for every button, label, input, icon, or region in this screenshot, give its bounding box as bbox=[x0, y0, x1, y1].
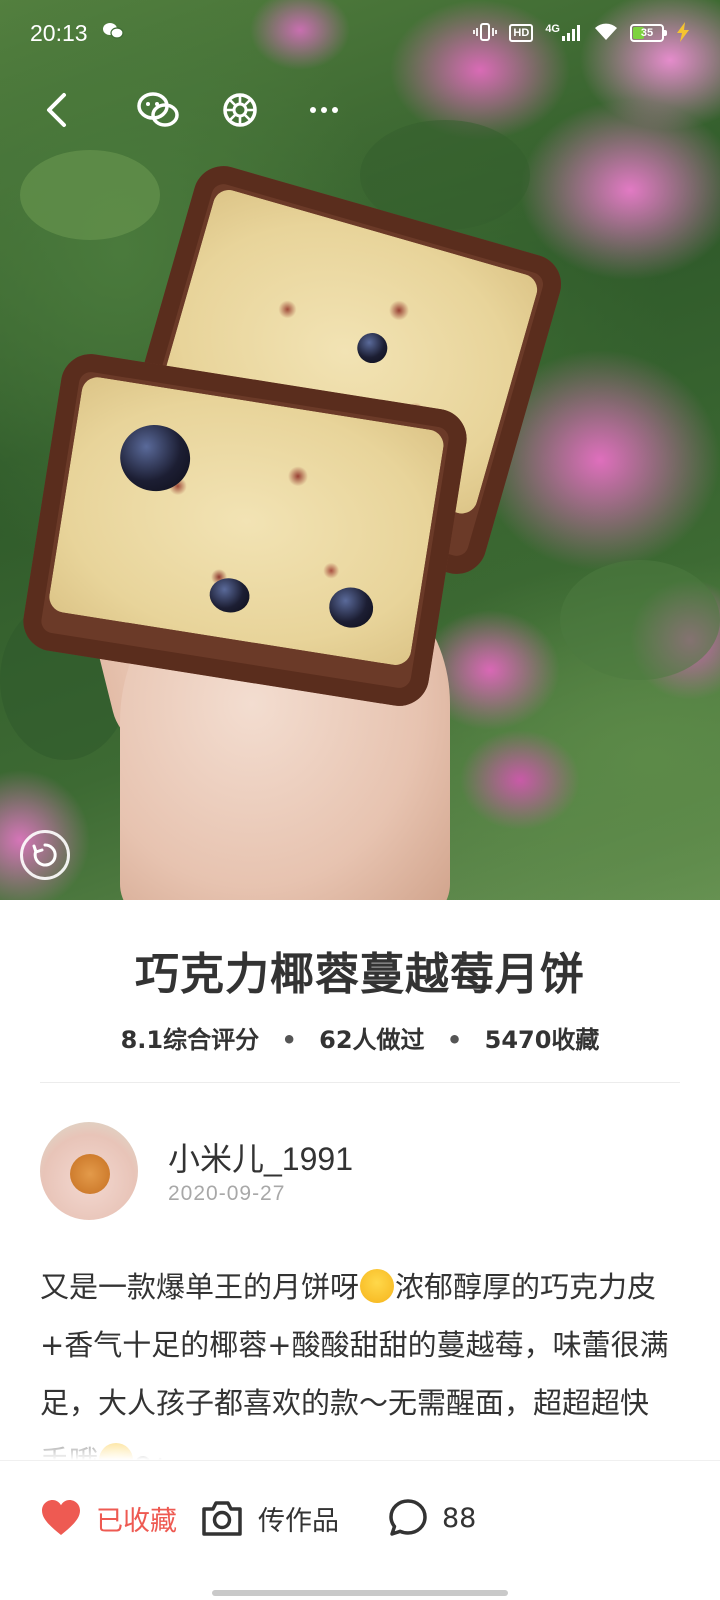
vibrate-icon bbox=[473, 22, 498, 44]
rating-score: 8.1综合评分 bbox=[120, 1026, 260, 1054]
recipe-stats: 8.1综合评分 • 62人做过 • 5470收藏 bbox=[0, 1020, 720, 1055]
photo-foliage bbox=[20, 150, 160, 240]
author-name[interactable]: 小米儿_1991 bbox=[168, 1134, 353, 1180]
comment-icon bbox=[389, 1499, 427, 1536]
favorite-label: 已收藏 bbox=[96, 1505, 177, 1537]
photo-mooncake-piece bbox=[19, 349, 471, 711]
comment-button[interactable]: 88 bbox=[388, 1493, 476, 1543]
comment-count: 88 bbox=[442, 1502, 477, 1534]
upload-work-button[interactable]: 传作品 bbox=[200, 1493, 339, 1543]
made-count[interactable]: 62人做过 bbox=[319, 1026, 424, 1054]
stats-separator: • bbox=[281, 1026, 297, 1054]
stats-separator: • bbox=[446, 1026, 463, 1054]
bottom-action-bar: 已收藏 传作品 88 bbox=[0, 1460, 720, 1600]
status-time: 20:13 bbox=[30, 19, 88, 46]
status-bar: 20:13 HD 4G 35 bbox=[0, 0, 720, 66]
author-info[interactable]: 小米儿_1991 2020-09-27 bbox=[40, 1122, 680, 1222]
publish-date: 2020-09-27 bbox=[168, 1182, 286, 1205]
upload-label: 传作品 bbox=[258, 1505, 339, 1537]
smile-emoji-icon bbox=[360, 1269, 395, 1303]
wechat-icon bbox=[137, 92, 179, 127]
heart-icon bbox=[42, 1500, 80, 1535]
recipe-title: 巧克力椰蓉蔓越莓月饼 bbox=[135, 949, 585, 1000]
share-wechat-button[interactable] bbox=[128, 80, 188, 140]
charging-icon bbox=[676, 21, 690, 45]
more-icon bbox=[310, 107, 338, 113]
battery-icon: 35 bbox=[630, 24, 667, 42]
wifi-icon bbox=[594, 23, 618, 44]
share-moments-button[interactable] bbox=[210, 80, 270, 140]
favorite-button[interactable]: 已收藏 bbox=[40, 1493, 177, 1543]
camera-icon bbox=[202, 1501, 242, 1536]
moments-icon bbox=[223, 93, 257, 127]
signal-icon: 4G bbox=[545, 23, 582, 41]
avatar[interactable] bbox=[40, 1122, 138, 1220]
photo-foliage bbox=[560, 560, 720, 680]
rotate-view-icon[interactable] bbox=[20, 830, 70, 880]
favorite-count: 5470收藏 bbox=[484, 1026, 600, 1054]
top-toolbar bbox=[0, 80, 720, 140]
content-fade bbox=[0, 1420, 720, 1460]
back-button[interactable] bbox=[26, 80, 86, 140]
chevron-left-icon bbox=[47, 93, 66, 127]
hd-badge: HD bbox=[509, 24, 534, 42]
divider bbox=[40, 1082, 680, 1083]
wechat-notification-icon bbox=[102, 22, 124, 45]
more-button[interactable] bbox=[294, 80, 354, 140]
home-indicator[interactable] bbox=[212, 1590, 508, 1596]
battery-level: 35 bbox=[640, 27, 654, 39]
